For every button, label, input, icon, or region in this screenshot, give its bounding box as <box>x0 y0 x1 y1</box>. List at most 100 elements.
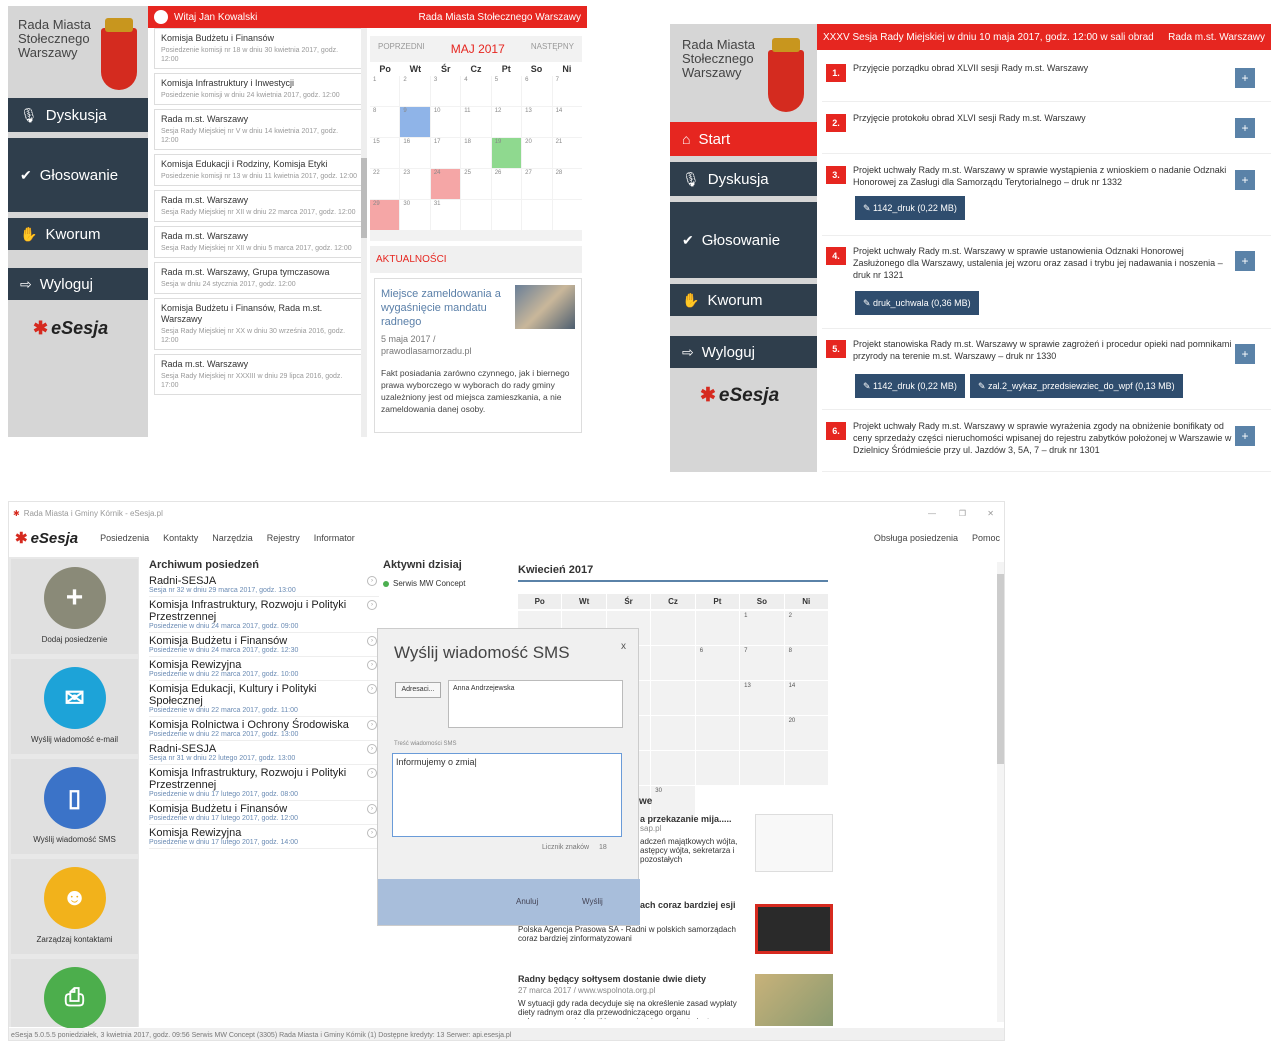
news-title[interactable]: a przekazanie mija..... <box>640 814 750 824</box>
calendar-day[interactable]: 30 <box>400 200 430 230</box>
expand-button[interactable]: + <box>1235 118 1255 138</box>
print-tile[interactable]: ⎙ <box>11 959 138 1029</box>
manage-contacts-tile[interactable]: ☻ Zarządzaj kontaktami <box>11 859 138 954</box>
news-title[interactable]: Radny będący sołtysem dostanie dwie diet… <box>518 974 748 984</box>
calendar-day[interactable] <box>491 200 522 230</box>
maximize-icon[interactable]: ❐ <box>959 509 966 518</box>
calendar-day[interactable] <box>740 751 784 785</box>
calendar-day[interactable]: 21 <box>552 138 582 168</box>
list-item[interactable]: Rada m.st. Warszawy, Grupa tymczasowa Ses… <box>154 262 364 294</box>
chevron-icon[interactable]: › <box>367 828 377 838</box>
calendar-day[interactable]: 1 <box>370 76 400 106</box>
scrollbar-thumb[interactable] <box>361 158 367 238</box>
calendar-day[interactable]: 26 <box>491 169 522 199</box>
archive-row[interactable]: Komisja Rewizyjna Posiedzenie w dniu 22 m… <box>149 657 379 681</box>
send-sms-tile[interactable]: ▯ Wyślij wiadomość SMS <box>11 759 138 854</box>
calendar-day[interactable]: 10 <box>430 107 461 137</box>
scrollbar[interactable] <box>361 28 367 437</box>
chevron-icon[interactable]: › <box>367 600 377 610</box>
agenda-item[interactable]: 6. Projekt uchwały Rady m.st. Warszawy w … <box>822 412 1271 472</box>
scrollbar-thumb[interactable] <box>997 574 1004 764</box>
archive-row[interactable]: Komisja Edukacji, Kultury i Polityki Spo… <box>149 681 379 717</box>
calendar-day[interactable]: 6 <box>695 646 740 680</box>
calendar-day[interactable]: 14 <box>552 107 582 137</box>
sms-textarea[interactable]: Informujemy o zmia| <box>392 753 622 837</box>
calendar-day[interactable]: 7 <box>552 76 582 106</box>
chevron-icon[interactable]: › <box>367 684 377 694</box>
news-card[interactable]: Miejsce zameldowania a wygaśnięcie manda… <box>374 278 582 433</box>
chevron-icon[interactable]: › <box>367 804 377 814</box>
archive-row[interactable]: Komisja Rewizyjna Posiedzenie w dniu 17 l… <box>149 825 379 849</box>
nav-wyloguj[interactable]: ⇨ Wyloguj <box>8 268 148 300</box>
list-item[interactable]: Rada m.st. Warszawy Sesja Rady Miejskiej … <box>154 226 364 258</box>
calendar-day[interactable]: 14 <box>784 681 828 715</box>
chevron-icon[interactable]: › <box>367 636 377 646</box>
archive-row[interactable]: Radni-SESJA Sesja nr 31 w dniu 22 lutego … <box>149 741 379 765</box>
calendar-day[interactable]: 25 <box>461 169 491 199</box>
list-item[interactable]: Komisja Budżetu i Finansów Posiedzenie ko… <box>154 28 364 69</box>
archive-row[interactable]: Radni-SESJA Sesja nr 32 w dniu 29 marca 2… <box>149 573 379 597</box>
menu-obsluga-posiedzenia[interactable]: Obsługa posiedzenia <box>874 533 958 543</box>
news-title[interactable]: Miejsce zameldowania a wygaśnięcie manda… <box>381 287 511 329</box>
chevron-icon[interactable]: › <box>367 576 377 586</box>
calendar-day[interactable]: 8 <box>370 107 400 137</box>
menu-informator[interactable]: Informator <box>314 533 355 543</box>
calendar-day[interactable]: 6 <box>522 76 552 106</box>
chevron-icon[interactable]: › <box>367 768 377 778</box>
menu-pomoc[interactable]: Pomoc <box>972 533 1000 543</box>
calendar-day[interactable] <box>695 611 740 645</box>
nav-kworum[interactable]: ✋ Kworum <box>670 284 817 316</box>
calendar-day[interactable]: 9 <box>400 107 430 137</box>
calendar-next-button[interactable]: NASTĘPNY <box>531 42 574 56</box>
calendar-day[interactable] <box>695 716 740 750</box>
list-item[interactable]: Rada m.st. Warszawy Sesja Rady Miejskiej … <box>154 354 364 395</box>
calendar-day[interactable]: 3 <box>430 76 461 106</box>
attachment-button[interactable]: ✎ druk_uchwala (0,36 MB) <box>855 291 979 315</box>
attachment-button[interactable]: ✎ 1142_druk (0,22 MB) <box>855 374 965 398</box>
list-item[interactable]: Komisja Budżetu i Finansów, Rada m.st. W… <box>154 298 364 350</box>
cancel-button[interactable]: Anuluj <box>516 897 538 906</box>
calendar-day[interactable]: 20 <box>522 138 552 168</box>
calendar-day[interactable]: 16 <box>400 138 430 168</box>
calendar-day[interactable]: 23 <box>400 169 430 199</box>
nav-glosowanie[interactable]: ✔ Głosowanie <box>670 202 817 278</box>
list-item[interactable]: Rada m.st. Warszawy Sesja Rady Miejskiej … <box>154 109 364 150</box>
expand-button[interactable]: + <box>1235 68 1255 88</box>
menu-posiedzenia[interactable]: Posiedzenia <box>100 533 149 543</box>
calendar-day[interactable]: 4 <box>461 76 491 106</box>
calendar-day[interactable] <box>461 200 491 230</box>
calendar-day[interactable]: 24 <box>430 169 461 199</box>
menu-narzedzia[interactable]: Narzędzia <box>212 533 253 543</box>
expand-button[interactable]: + <box>1235 170 1255 190</box>
nav-kworum[interactable]: ✋ Kworum <box>8 218 148 250</box>
add-meeting-tile[interactable]: + Dodaj posiedzenie <box>11 559 138 654</box>
calendar-day[interactable] <box>784 751 828 785</box>
dialog-close-button[interactable]: x <box>621 641 626 652</box>
calendar-day[interactable] <box>695 681 740 715</box>
archive-row[interactable]: Komisja Budżetu i Finansów Posiedzenie w … <box>149 633 379 657</box>
menu-kontakty[interactable]: Kontakty <box>163 533 198 543</box>
nav-dyskusja[interactable]: 🎙 Dyskusja <box>670 162 817 196</box>
calendar-day[interactable]: 2 <box>400 76 430 106</box>
calendar-day[interactable]: 31 <box>430 200 461 230</box>
list-item[interactable]: Komisja Edukacji i Rodziny, Komisja Etyk… <box>154 154 364 186</box>
send-email-tile[interactable]: ✉ Wyślij wiadomość e-mail <box>11 659 138 754</box>
news-item[interactable]: Radny będący sołtysem dostanie dwie diet… <box>518 974 833 1026</box>
agenda-item[interactable]: 1. Przyjęcie porządku obrad XLVII sesji R… <box>822 54 1271 102</box>
calendar-day[interactable] <box>522 200 552 230</box>
expand-button[interactable]: + <box>1235 344 1255 364</box>
calendar-day[interactable]: 8 <box>784 646 828 680</box>
attachment-button[interactable]: ✎ zal.2_wykaz_przedsiewziec_do_wpf (0,13… <box>970 374 1183 398</box>
calendar-day[interactable]: 13 <box>740 681 784 715</box>
list-item[interactable]: Komisja Infrastruktury i Inwestycji Posie… <box>154 73 364 105</box>
calendar-day[interactable]: 27 <box>522 169 552 199</box>
expand-button[interactable]: + <box>1235 251 1255 271</box>
nav-start[interactable]: ⌂ Start <box>670 122 817 156</box>
calendar-day[interactable] <box>651 611 695 645</box>
main-scrollbar[interactable] <box>997 562 1004 1022</box>
menu-rejestry[interactable]: Rejestry <box>267 533 300 543</box>
nav-wyloguj[interactable]: ⇨ Wyloguj <box>670 336 817 368</box>
calendar-day[interactable] <box>651 646 695 680</box>
attachment-button[interactable]: ✎ 1142_druk (0,22 MB) <box>855 196 965 220</box>
calendar-day[interactable]: 17 <box>430 138 461 168</box>
